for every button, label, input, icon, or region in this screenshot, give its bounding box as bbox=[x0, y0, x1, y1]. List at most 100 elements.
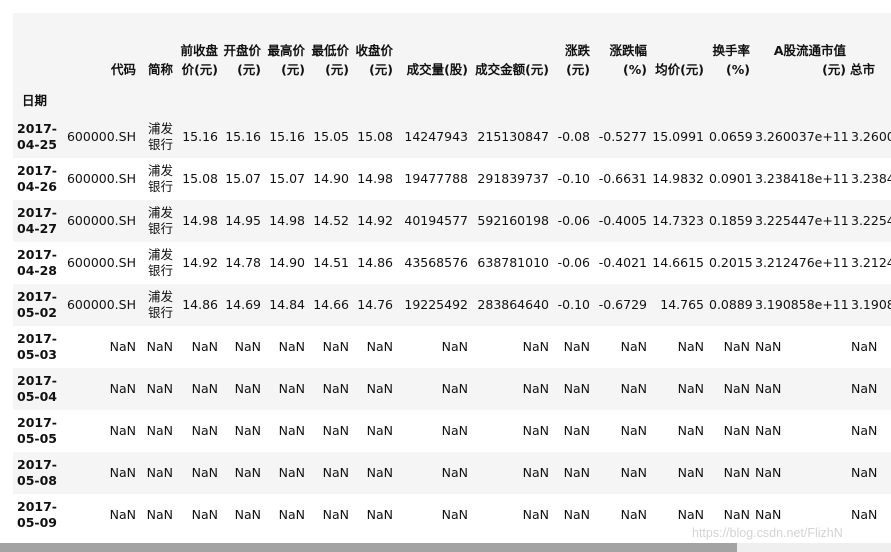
column-header-row: 代码 简称 前收盘价(元) 开盘价(元) 最高价(元) 最低价(元) 收盘价(元… bbox=[13, 13, 891, 81]
table-cell: 600000.SH bbox=[61, 116, 140, 158]
table-cell: 3.238418e+11 bbox=[754, 158, 850, 200]
table-cell: 15.16 bbox=[222, 116, 265, 158]
table-cell: NaN bbox=[850, 368, 891, 410]
table-cell: 19225492 bbox=[397, 284, 472, 326]
table-cell: NaN bbox=[309, 410, 353, 452]
table-cell: NaN bbox=[651, 326, 708, 368]
table-cell: 0.0659 bbox=[708, 116, 754, 158]
table-cell: NaN bbox=[265, 368, 309, 410]
table-cell: NaN bbox=[309, 452, 353, 494]
table-cell: 14.98 bbox=[353, 158, 397, 200]
table-cell: NaN bbox=[309, 368, 353, 410]
table-cell: NaN bbox=[309, 494, 353, 530]
column-header: 收盘价(元) bbox=[353, 13, 397, 81]
index-name-row: 日期 bbox=[13, 81, 891, 116]
table-cell: NaN bbox=[754, 326, 850, 368]
column-header: 代码 bbox=[61, 13, 140, 81]
table-cell: 3.2254 bbox=[850, 200, 891, 242]
table-cell: NaN bbox=[222, 494, 265, 530]
table-cell: -0.10 bbox=[553, 284, 594, 326]
table-cell: NaN bbox=[651, 368, 708, 410]
table-cell: 3.212476e+11 bbox=[754, 242, 850, 284]
table-cell: NaN bbox=[553, 452, 594, 494]
table-cell: 40194577 bbox=[397, 200, 472, 242]
table-cell: 3.225447e+11 bbox=[754, 200, 850, 242]
table-cell: 14.69 bbox=[222, 284, 265, 326]
table-row: 2017-05-02 600000.SH 浦发银行 14.86 14.69 14.84 14… bbox=[13, 284, 891, 326]
table-cell: NaN bbox=[177, 326, 222, 368]
table-cell: 3.2600 bbox=[850, 116, 891, 158]
table-cell: 15.05 bbox=[309, 116, 353, 158]
column-header: 总市 bbox=[850, 13, 891, 81]
table-cell: NaN bbox=[397, 368, 472, 410]
table-row: 2017-05-03 NaN NaN NaN NaN NaN NaN NaN NaN NaN NaN… bbox=[13, 326, 891, 368]
table-cell: 14.92 bbox=[353, 200, 397, 242]
table-cell: NaN bbox=[397, 452, 472, 494]
column-header: 前收盘价(元) bbox=[177, 13, 222, 81]
table-cell: 14.86 bbox=[353, 242, 397, 284]
scrollbar-thumb[interactable] bbox=[0, 543, 737, 552]
table-cell: NaN bbox=[265, 326, 309, 368]
table-cell: 0.1859 bbox=[708, 200, 754, 242]
table-cell: 3.1908 bbox=[850, 284, 891, 326]
index-name-label: 日期 bbox=[13, 81, 61, 116]
row-index-date: 2017-04-25 bbox=[13, 116, 61, 158]
row-index-date: 2017-05-08 bbox=[13, 452, 61, 494]
table-cell: 14.765 bbox=[651, 284, 708, 326]
horizontal-scrollbar[interactable] bbox=[0, 543, 891, 552]
table-cell: 19477788 bbox=[397, 158, 472, 200]
table-cell: NaN bbox=[594, 452, 651, 494]
table-cell: NaN bbox=[754, 410, 850, 452]
dataframe-table: 代码 简称 前收盘价(元) 开盘价(元) 最高价(元) 最低价(元) 收盘价(元… bbox=[13, 13, 891, 530]
table-cell: 14.84 bbox=[265, 284, 309, 326]
table-cell: 600000.SH bbox=[61, 242, 140, 284]
table-cell: 638781010 bbox=[472, 242, 553, 284]
table-cell: NaN bbox=[472, 452, 553, 494]
table-cell: -0.08 bbox=[553, 116, 594, 158]
table-row: 2017-04-28 600000.SH 浦发银行 14.92 14.78 14.90 14… bbox=[13, 242, 891, 284]
column-header: 简称 bbox=[140, 13, 177, 81]
table-cell: NaN bbox=[754, 452, 850, 494]
table-cell: NaN bbox=[850, 452, 891, 494]
table-cell: 3.190858e+11 bbox=[754, 284, 850, 326]
table-cell: NaN bbox=[353, 494, 397, 530]
table-cell: NaN bbox=[353, 368, 397, 410]
table-cell: 14.90 bbox=[309, 158, 353, 200]
table-cell: 14.6615 bbox=[651, 242, 708, 284]
table-cell: 14.92 bbox=[177, 242, 222, 284]
column-header: 成交金额(元) bbox=[472, 13, 553, 81]
table-cell: NaN bbox=[353, 452, 397, 494]
table-cell: 15.07 bbox=[222, 158, 265, 200]
table-cell: 14.7323 bbox=[651, 200, 708, 242]
table-cell: NaN bbox=[61, 452, 140, 494]
table-cell: 0.2015 bbox=[708, 242, 754, 284]
table-cell: NaN bbox=[472, 494, 553, 530]
table-cell: 15.08 bbox=[353, 116, 397, 158]
index-corner-cell bbox=[13, 13, 61, 81]
table-cell: 15.07 bbox=[265, 158, 309, 200]
row-index-date: 2017-05-02 bbox=[13, 284, 61, 326]
table-cell: 14.78 bbox=[222, 242, 265, 284]
table-cell: 15.16 bbox=[177, 116, 222, 158]
row-index-date: 2017-04-27 bbox=[13, 200, 61, 242]
table-cell: 3.2384 bbox=[850, 158, 891, 200]
column-header: 涨跌幅(%) bbox=[594, 13, 651, 81]
table-row: 2017-04-26 600000.SH 浦发银行 15.08 15.07 15.07 14… bbox=[13, 158, 891, 200]
table-cell: NaN bbox=[651, 452, 708, 494]
column-header: A股流通市值(元) bbox=[754, 13, 850, 81]
table-cell: NaN bbox=[472, 410, 553, 452]
column-header: 成交量(股) bbox=[397, 13, 472, 81]
table-row: 2017-05-08 NaN NaN NaN NaN NaN NaN NaN NaN NaN NaN… bbox=[13, 452, 891, 494]
table-cell: NaN bbox=[553, 368, 594, 410]
table-cell: NaN bbox=[222, 368, 265, 410]
dataframe-output: 代码 简称 前收盘价(元) 开盘价(元) 最高价(元) 最低价(元) 收盘价(元… bbox=[13, 13, 891, 530]
table-cell: -0.06 bbox=[553, 200, 594, 242]
table-cell: NaN bbox=[140, 368, 177, 410]
table-cell: NaN bbox=[708, 326, 754, 368]
table-cell: 15.16 bbox=[265, 116, 309, 158]
table-cell: 0.0889 bbox=[708, 284, 754, 326]
table-cell: 600000.SH bbox=[61, 158, 140, 200]
table-cell: 3.260037e+11 bbox=[754, 116, 850, 158]
table-cell: NaN bbox=[177, 494, 222, 530]
table-cell: 14.51 bbox=[309, 242, 353, 284]
